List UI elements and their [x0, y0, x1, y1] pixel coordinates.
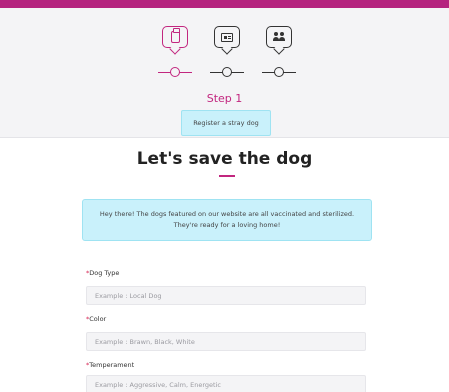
dog-type-label-text: Dog Type [89, 269, 120, 277]
dog-type-label: *Dog Type [86, 269, 119, 277]
page-title: Let's save the dog [136, 149, 313, 169]
step-2-box [214, 26, 240, 55]
temperament-label: *Temperament [86, 361, 134, 369]
id-card-icon [221, 32, 233, 42]
step-3-box [266, 26, 292, 55]
clipboard-icon [170, 28, 180, 43]
info-message: Hey there! The dogs featured on our webs… [82, 199, 372, 241]
step-1-dot [170, 67, 180, 77]
step-2[interactable] [210, 26, 244, 77]
title-underline [219, 175, 235, 177]
step-description-badge: Register a stray dog [181, 110, 271, 136]
step-1[interactable] [158, 26, 192, 77]
top-accent-bar [0, 0, 449, 8]
dog-type-input[interactable]: Example : Local Dog [86, 286, 366, 305]
step-1-box [162, 26, 188, 55]
stepper-panel: Step 1 Register a stray dog [0, 8, 449, 138]
step-3[interactable] [262, 26, 296, 77]
color-label: *Color [86, 315, 106, 323]
temperament-input[interactable]: Example : Aggressive, Calm, Energetic [86, 375, 366, 392]
step-title: Step 1 [206, 92, 243, 105]
color-input[interactable]: Example : Brawn, Black, White [86, 332, 366, 351]
temperament-label-text: Temperament [89, 361, 135, 369]
step-3-dot [274, 67, 284, 77]
color-label-text: Color [89, 315, 107, 323]
people-icon [272, 32, 286, 42]
step-2-dot [222, 67, 232, 77]
